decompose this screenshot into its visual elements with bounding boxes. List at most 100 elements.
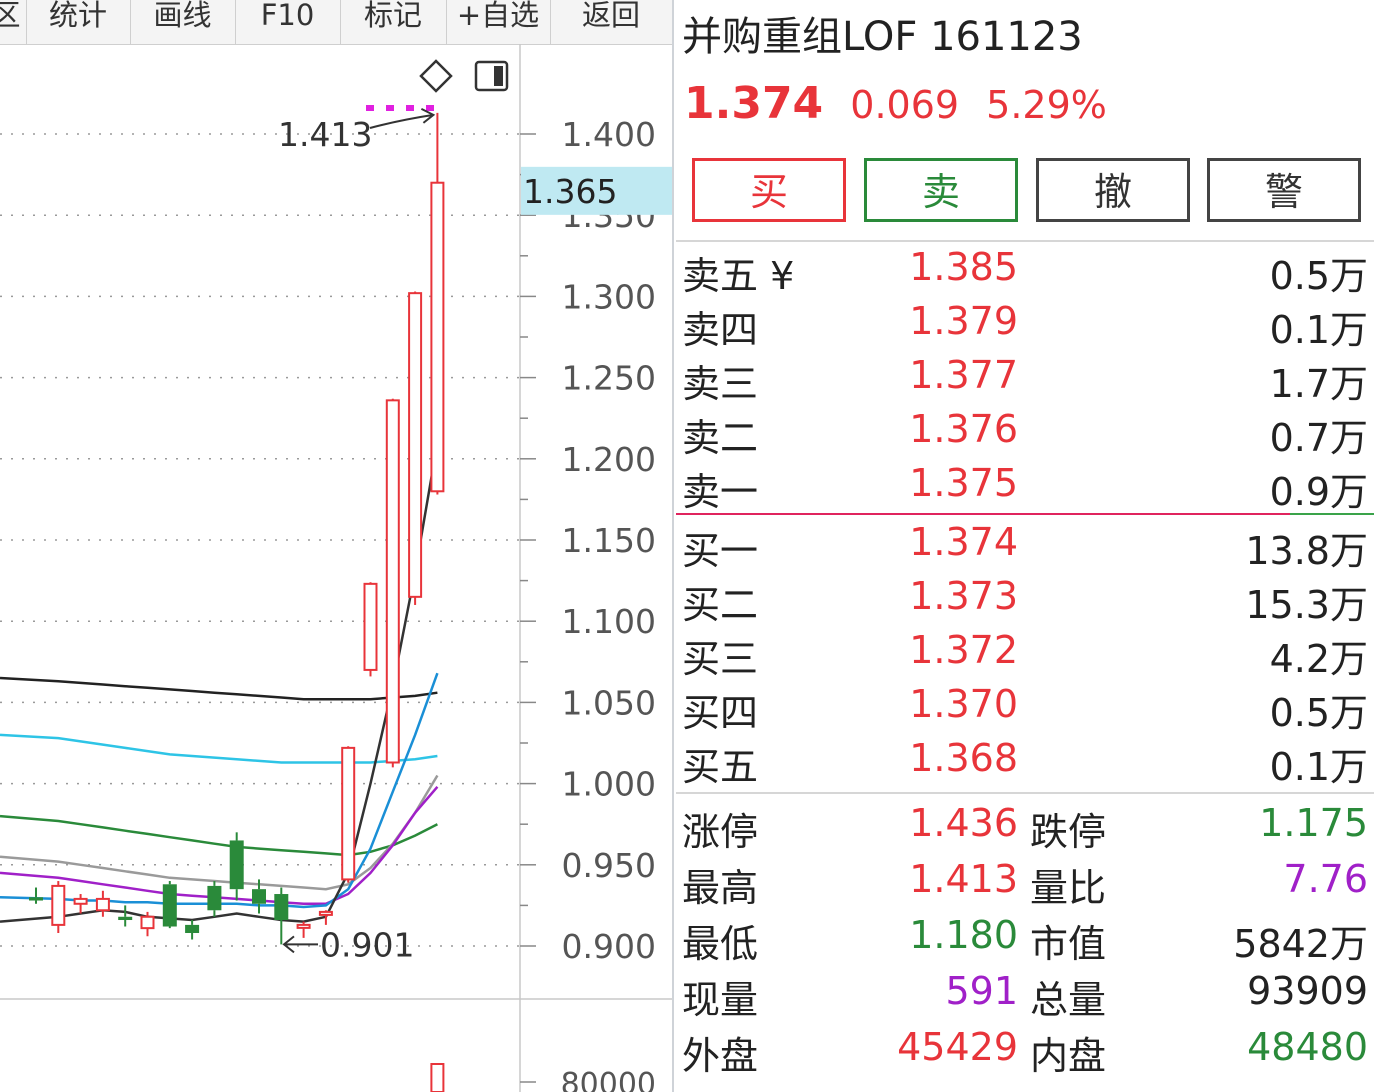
chart-toolbar: 区 统计 画线 F10 标记 +自选 返回 (0, 0, 672, 45)
y-tick-label: 1.400 (562, 115, 656, 154)
candlestick (95, 890, 110, 917)
toolbar-f10-button[interactable]: F10 (235, 0, 341, 44)
bid-volume: 0.1万 (1269, 745, 1368, 789)
bid-row-1[interactable]: 买一 1.374 13.8万 (676, 520, 1374, 574)
bid-price: 1.372 (909, 628, 1018, 672)
ask-volume: 1.7万 (1269, 362, 1368, 406)
candlestick (385, 398, 400, 768)
buy-button[interactable]: 买 (692, 158, 846, 222)
stat-label: 市值 (1030, 922, 1107, 966)
candle-body (296, 923, 311, 929)
toolbar-back-button[interactable]: 返回 (550, 0, 672, 44)
candle-body (207, 885, 222, 911)
candle-body (140, 915, 155, 930)
stat-value: 1.175 (1259, 801, 1368, 845)
bid-level-label: 买五 (682, 745, 759, 789)
price-alert-button[interactable]: 警 (1207, 158, 1361, 222)
diamond-icon[interactable] (419, 59, 453, 93)
ask-volume: 0.1万 (1269, 308, 1368, 352)
crosshair-value-label: 1.365 (523, 172, 617, 211)
stat-label: 内盘 (1030, 1034, 1107, 1078)
stat-label: 外盘 (682, 1034, 759, 1078)
price-row: 1.374 0.069 5.29% (684, 78, 1107, 129)
candle-body (29, 897, 43, 901)
y-tick-label: 1.200 (562, 440, 656, 479)
moving-average-lines (0, 442, 439, 923)
stat-value: 591 (945, 969, 1018, 1013)
kline-chart[interactable]: 1.413 0.901 1.400 1.350 1.300 1.250 1.200 1.15… (0, 44, 672, 1092)
candle-body (118, 916, 133, 921)
ask-price: 1.375 (909, 461, 1018, 505)
last-price: 1.374 (684, 78, 824, 129)
candlestick (430, 112, 445, 495)
bid-row-2[interactable]: 买二 1.373 15.3万 (676, 574, 1374, 628)
ask-volume: 0.5万 (1269, 254, 1368, 298)
ask-row-5[interactable]: 卖五 ¥ 1.385 0.5万 (676, 245, 1374, 299)
candlestick (207, 881, 222, 917)
security-title: 并购重组LOF 161123 (682, 14, 1083, 60)
ask-price: 1.379 (909, 299, 1018, 343)
stat-value: 1.436 (909, 801, 1018, 845)
panel-divider (672, 0, 674, 1092)
bid-volume: 13.8万 (1245, 529, 1368, 573)
candle-body (363, 582, 378, 671)
stat-label: 总量 (1030, 978, 1107, 1022)
candle-body (185, 924, 200, 934)
ask-row-4[interactable]: 卖四 1.379 0.1万 (676, 299, 1374, 353)
candle-body (341, 746, 356, 881)
stat-label: 现量 (682, 978, 759, 1022)
candlestick (229, 832, 244, 901)
candlestick (162, 881, 177, 929)
candle-body (318, 910, 333, 916)
candle-body (408, 292, 423, 598)
ask-row-3[interactable]: 卖三 1.377 1.7万 (676, 353, 1374, 407)
bid-row-4[interactable]: 买四 1.370 0.5万 (676, 682, 1374, 736)
ask-row-1[interactable]: 卖一 1.375 0.9万 (676, 461, 1374, 515)
candle-body (229, 840, 244, 890)
stat-value: 45429 (897, 1025, 1018, 1069)
stats-row: 现量 591 总量 93909 (676, 969, 1374, 1025)
ask-level-label: 卖一 (682, 470, 759, 514)
bid-level-label: 买一 (682, 529, 759, 573)
y-tick-label: 1.000 (562, 765, 656, 804)
bid-row-5[interactable]: 买五 1.368 0.1万 (676, 736, 1374, 790)
ask-row-2[interactable]: 卖二 1.376 0.7万 (676, 407, 1374, 461)
toolbar-stats-button[interactable]: 统计 (26, 0, 131, 44)
stat-value: 93909 (1247, 969, 1368, 1013)
bid-volume: 15.3万 (1245, 583, 1368, 627)
toolbar-draw-button[interactable]: 画线 (130, 0, 236, 44)
candlestick (73, 894, 88, 914)
y-tick-label: 0.950 (562, 846, 656, 885)
toolbar-mark-button[interactable]: 标记 (340, 0, 447, 44)
y-tick-label: 0.900 (562, 927, 656, 966)
ask-price: 1.377 (909, 353, 1018, 397)
panel-toggle-icon[interactable] (474, 60, 509, 92)
ask-price: 1.385 (909, 245, 1018, 289)
volume-bar (430, 1063, 445, 1092)
bid-price: 1.368 (909, 736, 1018, 780)
stat-value: 1.413 (909, 857, 1018, 901)
sell-button[interactable]: 卖 (864, 158, 1018, 222)
bid-ask-divider (676, 513, 1374, 515)
stat-value: 7.76 (1283, 857, 1368, 901)
bid-level-label: 买三 (682, 637, 759, 681)
kline-chart-canvas[interactable]: 1.4130.901 1.4001.3501.3001.2501.2001.15… (0, 44, 672, 1092)
moving-average-line (0, 814, 438, 857)
bid-price: 1.373 (909, 574, 1018, 618)
cancel-order-button[interactable]: 撤 (1036, 158, 1190, 222)
moving-average-line (0, 676, 438, 701)
bid-row-3[interactable]: 买三 1.372 4.2万 (676, 628, 1374, 682)
candle-body (385, 399, 400, 764)
candlestick (341, 746, 356, 883)
price-change-pct: 5.29% (986, 83, 1107, 127)
ask-level-label: 卖三 (682, 362, 759, 406)
candlestick (29, 887, 43, 904)
toolbar-cut-button[interactable]: 区 (0, 0, 27, 44)
price-axis: 1.4001.3501.3001.2501.2001.1501.1001.050… (520, 115, 672, 1092)
y-tick-label: 1.150 (562, 521, 656, 560)
candle-body (274, 894, 289, 921)
bid-price: 1.374 (909, 520, 1018, 564)
toolbar-watchlist-button[interactable]: +自选 (446, 0, 551, 44)
stat-label: 最高 (682, 866, 759, 910)
bid-level-label: 买四 (682, 691, 759, 735)
